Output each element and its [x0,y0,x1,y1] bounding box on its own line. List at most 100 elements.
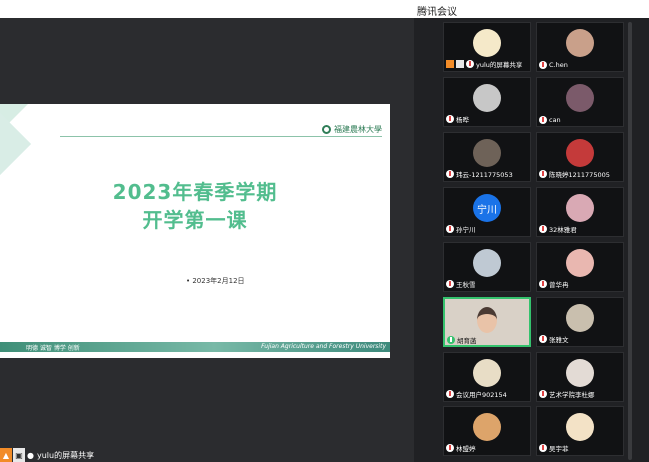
mic-icon [466,60,474,68]
participant-avatar [473,84,501,112]
participant-name-row: 吴宇菲 [539,443,569,453]
participant-name: 吴宇菲 [549,445,569,453]
mic-icon [447,336,455,344]
camera-icon [456,60,464,68]
participant-tile[interactable]: 王秋雪 [443,242,531,292]
meeting-titlebar: 腾讯会议 [414,0,649,18]
participant-name-row: 王秋雪 [446,279,476,289]
slide-title-line1: 2023年春季学期 [112,180,278,204]
participant-tile[interactable]: 32林雅君 [536,187,624,237]
participant-tile[interactable]: C.hen [536,22,624,72]
participant-name-row: can [539,116,561,124]
participant-name-row: 杨晔 [446,114,469,124]
participant-name: 会议用户902154 [456,391,507,399]
participant-tile[interactable]: 胡育菡 [443,297,531,347]
mic-icon[interactable]: ● [26,448,35,462]
camera-icon[interactable]: ▣ [13,448,25,462]
mic-icon [539,335,547,343]
participant-name: 林盟婷 [456,445,476,453]
mic-icon [539,170,547,178]
share-titlebar [0,0,414,18]
mic-icon [446,444,454,452]
participant-tile[interactable]: 陈晓婷1211775005 [536,132,624,182]
participant-name: 32林雅君 [549,226,577,234]
participant-tile[interactable]: 会议用户902154 [443,352,531,402]
participant-name: 张雅文 [549,336,569,344]
participant-avatar: 宁川 [473,194,501,222]
participant-tile[interactable]: 宁川孙宁川 [443,187,531,237]
participant-name: can [549,116,561,124]
participant-name: 玮云-1211775053 [456,171,513,179]
participant-tile[interactable]: 杨晔 [443,77,531,127]
participant-name-row: C.hen [539,61,568,69]
participant-avatar [566,29,594,57]
participant-tile[interactable]: 吴宇菲 [536,406,624,456]
mic-icon [446,115,454,123]
mic-icon [539,390,547,398]
participant-panel-scrollbar[interactable] [628,22,632,460]
participant-avatar [566,84,594,112]
participant-avatar [566,413,594,441]
mic-icon [446,280,454,288]
participant-name: 胡育菡 [457,337,477,345]
participant-name-row: 曾华冉 [539,279,569,289]
participant-name: 曾华冉 [549,281,569,289]
participant-avatar [473,139,501,167]
participant-name-row: 32林雅君 [539,224,577,234]
share-status-bar: ▲ ▣ ● yulu的屏幕共享 [0,448,94,462]
university-logo: 福建農林大學 [322,124,382,135]
participant-avatar [473,29,501,57]
participant-name: 孙宁川 [456,226,476,234]
participant-name: 王秋雪 [456,281,476,289]
slide-footer-bar: 明德 诚智 博学 创新 Fujian Agriculture and Fores… [0,342,390,352]
participant-name-row: 孙宁川 [446,224,476,234]
mic-icon [539,116,547,124]
participant-name: 陈晓婷1211775005 [549,171,610,179]
university-emblem-icon [322,125,331,134]
participant-name-row: yulu的屏幕共享 [446,59,522,69]
mic-icon [539,280,547,288]
window-title: 腾讯会议 [417,7,457,18]
mic-icon [539,444,547,452]
mic-icon [539,61,547,69]
mic-icon [446,390,454,398]
participant-tile[interactable]: yulu的屏幕共享 [443,22,531,72]
participant-name-row: 林盟婷 [446,443,476,453]
participant-tile[interactable]: can [536,77,624,127]
participant-name-row: 胡育菡 [447,335,477,345]
slide-footer-motto: 明德 诚智 博学 创新 [26,345,80,352]
participant-face [477,307,497,333]
participant-tile[interactable]: 艺术学院李杜娜 [536,352,624,402]
presentation-slide: 福建農林大學 2023年春季学期 开学第一课 • 2023年2月12日 明德 诚… [0,104,390,358]
participant-name-row: 张雅文 [539,334,569,344]
university-logo-text: 福建農林大學 [334,125,382,134]
participant-name: C.hen [549,61,568,69]
participant-avatar [566,249,594,277]
participant-avatar [566,304,594,332]
participant-name: yulu的屏幕共享 [476,61,523,69]
slide-header-rule [60,136,382,137]
slide-footer-university: Fujian Agriculture and Forestry Universi… [261,343,386,350]
slide-date: • 2023年2月12日 [186,277,245,285]
participant-name-row: 艺术学院李杜娜 [539,389,595,399]
participant-name: 杨晔 [456,116,469,124]
mic-icon [539,225,547,233]
participant-avatar [566,194,594,222]
participant-tile[interactable]: 曾华冉 [536,242,624,292]
share-owner-label: yulu的屏幕共享 [37,450,95,460]
participant-avatar [473,413,501,441]
participant-name-row: 陈晓婷1211775005 [539,169,610,179]
participant-avatar [566,139,594,167]
mic-icon [446,225,454,233]
participant-tile[interactable]: 张雅文 [536,297,624,347]
participant-tile[interactable]: 玮云-1211775053 [443,132,531,182]
participant-avatar [473,359,501,387]
participant-name-row: 玮云-1211775053 [446,169,513,179]
mic-icon [446,170,454,178]
screen-share-icon [446,60,454,68]
screen-share-icon: ▲ [0,448,12,462]
participant-avatar [566,359,594,387]
participant-name-row: 会议用户902154 [446,389,507,399]
participant-tile[interactable]: 林盟婷 [443,406,531,456]
participant-avatar [473,249,501,277]
